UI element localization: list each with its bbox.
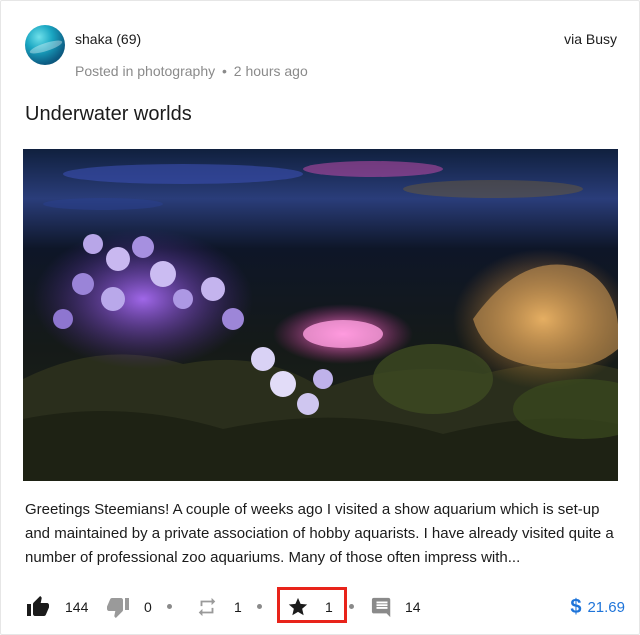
- aquarium-photo: [23, 149, 618, 481]
- author-name[interactable]: shaka (69): [75, 31, 141, 47]
- reblog-icon: [198, 597, 216, 617]
- payout-amount: 21.69: [587, 598, 625, 616]
- payout-value[interactable]: $ 21.69: [570, 593, 625, 621]
- posted-in-label: Posted in: [75, 63, 134, 79]
- comment-icon: [371, 597, 391, 618]
- downvote-count[interactable]: 0: [144, 593, 152, 621]
- reblog-count[interactable]: 1: [234, 593, 242, 621]
- post-excerpt[interactable]: Greetings Steemians! A couple of weeks a…: [25, 498, 625, 570]
- comments-button[interactable]: [370, 593, 394, 621]
- favorite-count[interactable]: 1: [325, 593, 333, 621]
- upvote-count[interactable]: 144: [65, 593, 88, 621]
- post-header: shaka (69) Posted in photography • 2 hou…: [25, 25, 617, 85]
- post-time[interactable]: 2 hours ago: [234, 63, 308, 79]
- downvote-button[interactable]: [105, 593, 131, 621]
- avatar[interactable]: [25, 25, 65, 65]
- footer-separator: [257, 604, 262, 609]
- upvote-button[interactable]: [25, 593, 51, 621]
- meta-separator: •: [222, 63, 227, 79]
- star-icon: [288, 597, 308, 616]
- app-source: via Busy: [564, 31, 617, 47]
- favorite-button[interactable]: [287, 593, 309, 621]
- thumbs-up-icon: [27, 596, 49, 616]
- category-link[interactable]: photography: [137, 63, 215, 79]
- comments-count[interactable]: 14: [405, 593, 421, 621]
- dollar-icon: $: [570, 595, 582, 618]
- reblog-button[interactable]: [195, 593, 219, 621]
- post-card: shaka (69) Posted in photography • 2 hou…: [0, 0, 640, 635]
- post-meta: Posted in photography • 2 hours ago: [75, 63, 308, 79]
- post-image[interactable]: [23, 149, 618, 481]
- thumbs-down-icon: [107, 598, 129, 618]
- post-footer: 144 0 1 1 14 $ 21.69: [25, 587, 625, 623]
- footer-separator: [349, 604, 354, 609]
- footer-separator: [167, 604, 172, 609]
- post-title[interactable]: Underwater worlds: [25, 103, 192, 126]
